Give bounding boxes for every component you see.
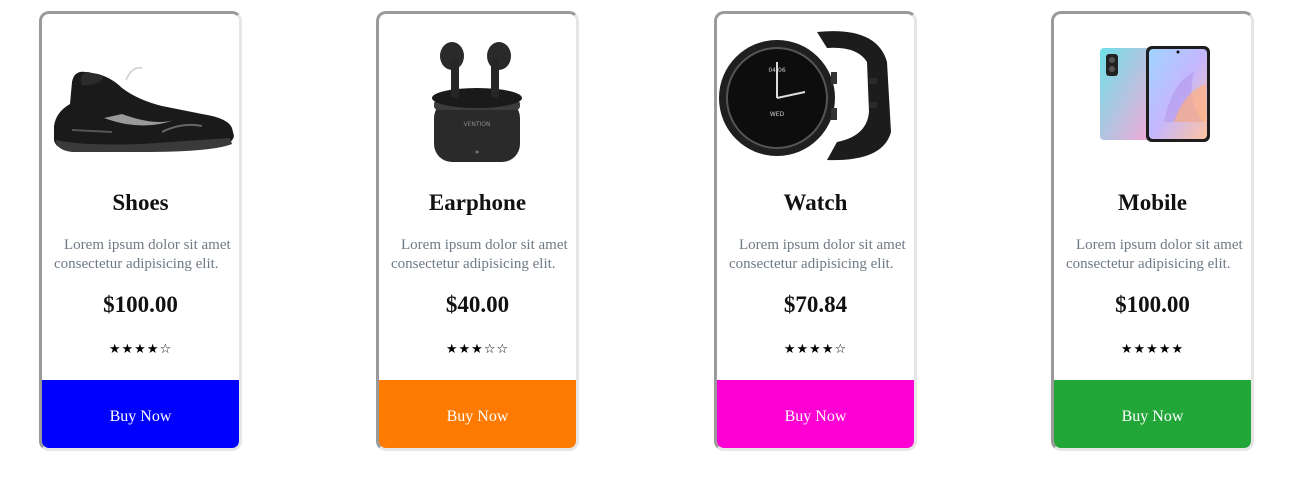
product-card-shoes: Shoes Lorem ipsum dolor sit amet consect… xyxy=(39,11,242,451)
buy-now-button[interactable]: Buy Now xyxy=(1054,380,1251,448)
buy-now-button[interactable]: Buy Now xyxy=(42,380,239,448)
product-price: $70.84 xyxy=(783,292,848,317)
product-price: $100.00 xyxy=(1115,292,1190,317)
product-card-watch: 04/06 WED Watch Lorem ipsum dolor sit am… xyxy=(714,11,917,451)
svg-text:04/06: 04/06 xyxy=(768,67,785,74)
star-rating: ★★★★☆ xyxy=(783,342,848,357)
product-image-shoes xyxy=(42,22,239,172)
buy-now-button[interactable]: Buy Now xyxy=(717,380,914,448)
star-rating: ★★★★☆ xyxy=(108,342,173,357)
product-card-mobile: Mobile Lorem ipsum dolor sit amet consec… xyxy=(1051,11,1254,451)
star-rating: ★★★★★ xyxy=(1120,342,1185,357)
product-card-earphone: VENTION Earphone Lorem ipsum dolor sit a… xyxy=(376,11,579,451)
product-description: Lorem ipsum dolor sit amet consectetur a… xyxy=(391,237,568,272)
star-rating: ★★★☆☆ xyxy=(445,342,510,357)
product-description: Lorem ipsum dolor sit amet consectetur a… xyxy=(729,237,906,272)
product-title: Earphone xyxy=(428,190,527,215)
product-description: Lorem ipsum dolor sit amet consectetur a… xyxy=(54,237,231,272)
product-row: Shoes Lorem ipsum dolor sit amet consect… xyxy=(0,0,1300,478)
product-image-watch: 04/06 WED xyxy=(717,22,914,172)
product-description: Lorem ipsum dolor sit amet consectetur a… xyxy=(1066,237,1243,272)
svg-text:WED: WED xyxy=(770,111,785,118)
product-image-mobile xyxy=(1054,22,1251,172)
product-price: $40.00 xyxy=(445,292,510,317)
buy-now-button[interactable]: Buy Now xyxy=(379,380,576,448)
product-title: Shoes xyxy=(112,190,169,215)
product-image-earphone: VENTION xyxy=(379,22,576,172)
product-title: Mobile xyxy=(1118,190,1187,215)
product-title: Watch xyxy=(783,190,848,215)
product-price: $100.00 xyxy=(103,292,178,317)
svg-text:VENTION: VENTION xyxy=(463,121,490,128)
